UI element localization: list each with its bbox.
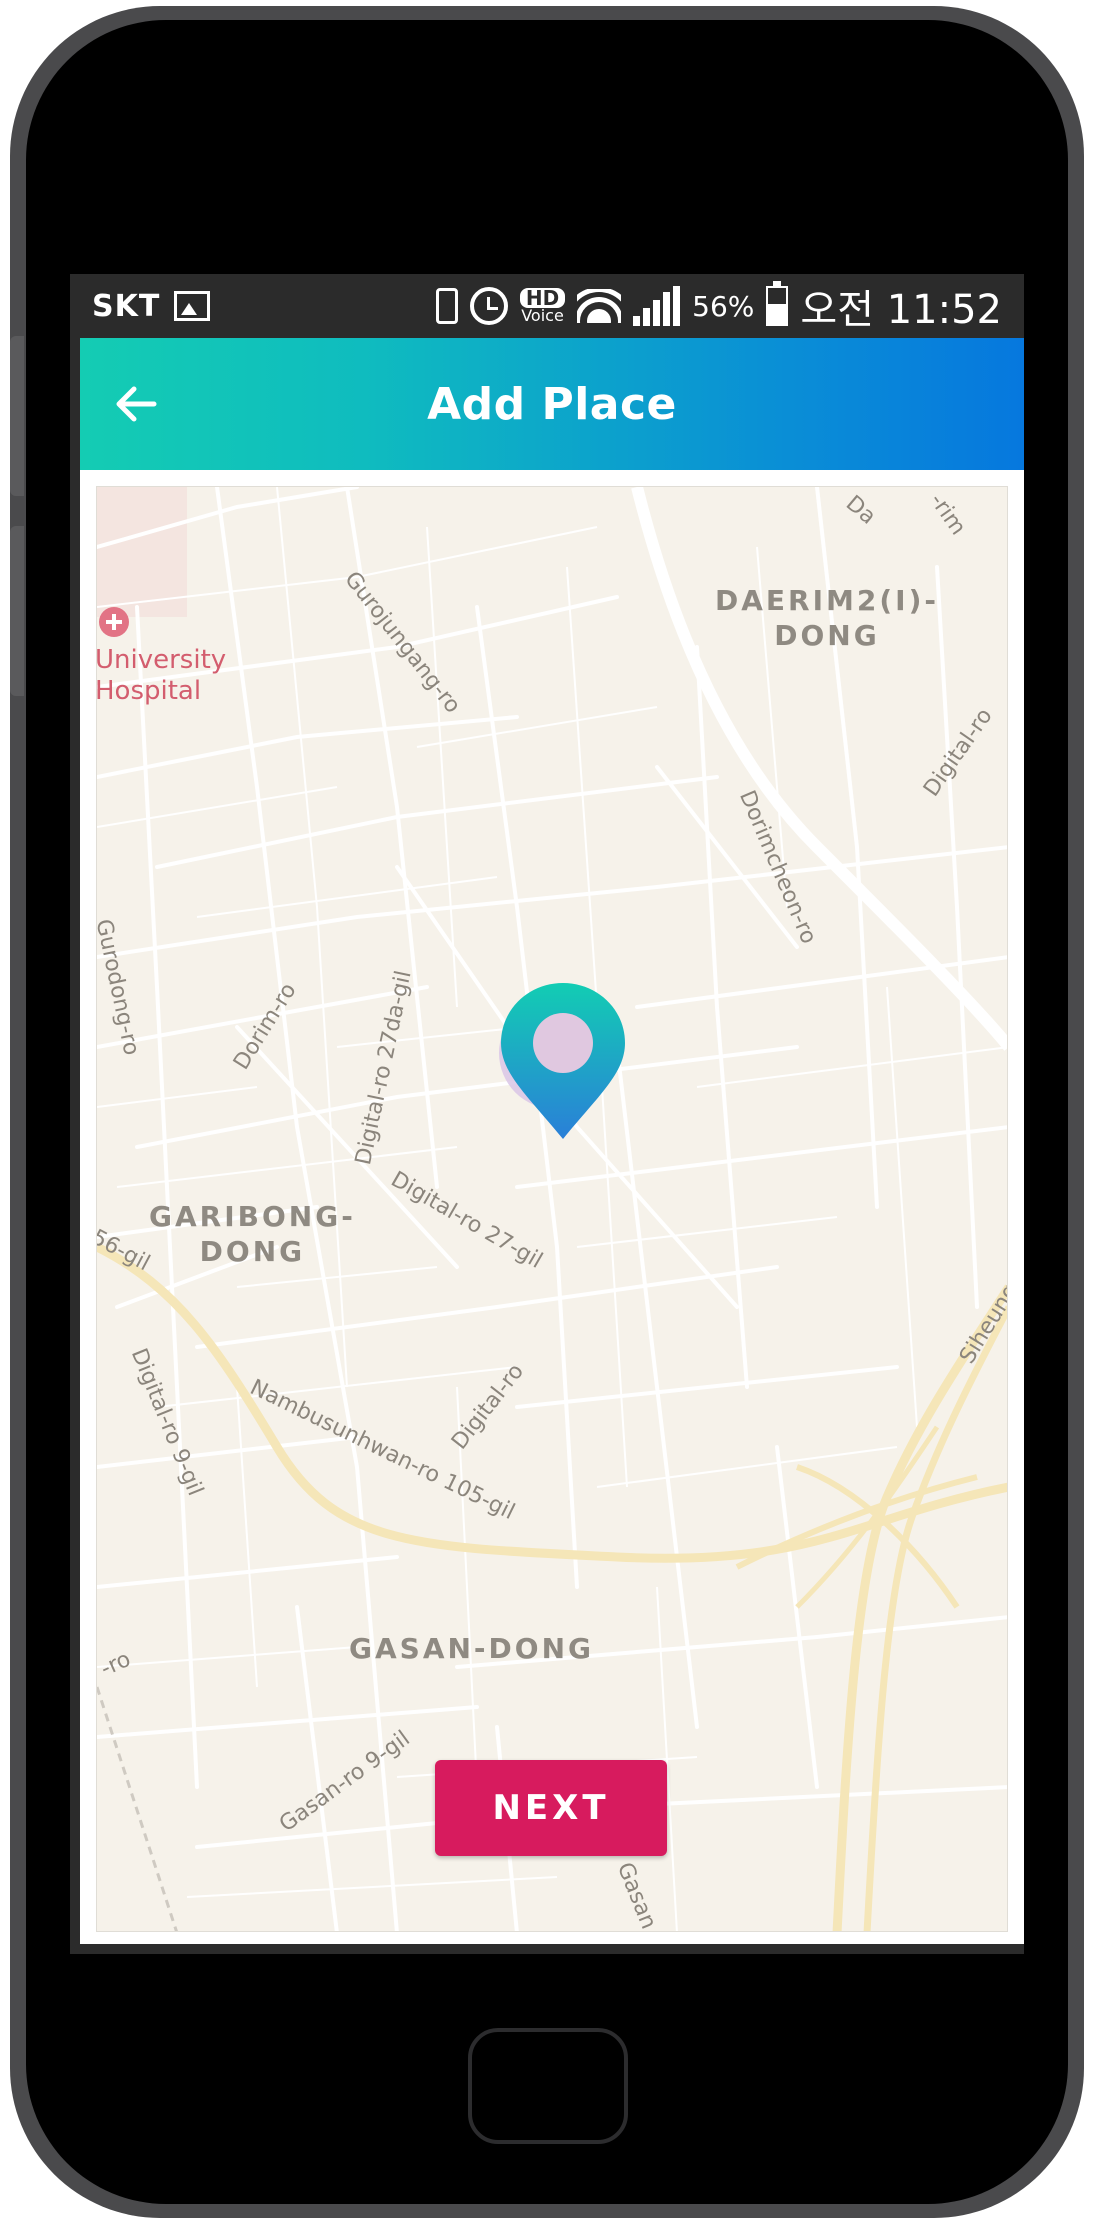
vibrate-icon [435, 288, 458, 324]
status-left: SKT [70, 288, 211, 324]
map-view[interactable]: DAERIM2(I)- DONG GARIBONG- DONG GASAN-DO… [96, 486, 1008, 1932]
hospital-icon [99, 607, 129, 637]
location-pin-icon[interactable] [493, 973, 633, 1153]
signal-icon [633, 286, 681, 326]
content-area: DAERIM2(I)- DONG GARIBONG- DONG GASAN-DO… [80, 470, 1024, 1944]
arrow-left-icon [116, 386, 157, 422]
volume-down-button[interactable] [10, 526, 24, 696]
hd-label: HD [519, 288, 566, 308]
district-label: GASAN-DONG [349, 1632, 595, 1665]
hd-voice-icon: HD Voice [519, 288, 566, 325]
image-icon [174, 291, 211, 321]
volume-up-button[interactable] [10, 336, 24, 496]
app-bar: Add Place [80, 338, 1024, 470]
district-label: GARIBONG- DONG [149, 1200, 356, 1268]
district-label: DAERIM2(I)- DONG [715, 584, 939, 652]
status-bar: SKT HD Voice 56% 오전 11:52 [70, 274, 1024, 338]
voice-label: Voice [521, 306, 564, 325]
page-title: Add Place [427, 378, 677, 430]
wifi-icon [577, 289, 622, 323]
battery-percent: 56% [692, 289, 755, 323]
back-button[interactable] [106, 374, 166, 434]
battery-icon [766, 281, 789, 326]
carrier-name: SKT [92, 288, 161, 324]
screen: SKT HD Voice 56% 오전 11:52 Add Place DAER… [70, 274, 1024, 1954]
alarm-icon [469, 287, 508, 325]
clock: 오전 11:52 [800, 287, 1002, 333]
status-right: HD Voice 56% 오전 11:52 [435, 277, 1024, 335]
home-button[interactable] [468, 2028, 628, 2144]
poi-label: University Hospital [96, 645, 227, 707]
next-button[interactable]: NEXT [435, 1760, 667, 1856]
